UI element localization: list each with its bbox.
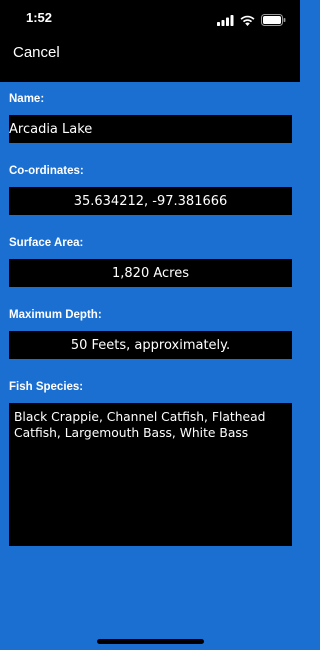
name-label: Name: xyxy=(9,93,45,105)
wifi-icon xyxy=(240,11,255,30)
cancel-button[interactable]: Cancel xyxy=(13,44,60,61)
name-field[interactable]: Arcadia Lake xyxy=(9,115,292,143)
surface-area-field[interactable]: 1,820 Acres xyxy=(9,259,292,287)
fish-species-label: Fish Species: xyxy=(9,381,84,393)
battery-icon xyxy=(261,11,286,30)
coordinates-label: Co-ordinates: xyxy=(9,165,84,177)
signal-icon xyxy=(217,11,234,30)
top-bar: 1:52 Cancel xyxy=(0,0,300,82)
surface-area-label: Surface Area: xyxy=(9,237,84,249)
fish-species-textarea[interactable]: Black Crappie, Channel Catfish, Flathead… xyxy=(9,403,292,546)
coordinates-field[interactable]: 35.634212, -97.381666 xyxy=(9,187,292,215)
status-time: 1:52 xyxy=(26,10,53,25)
maximum-depth-field[interactable]: 50 Feets, approximately. xyxy=(9,331,292,359)
status-icons xyxy=(217,11,286,30)
home-indicator[interactable] xyxy=(97,639,204,644)
maximum-depth-label: Maximum Depth: xyxy=(9,309,102,321)
